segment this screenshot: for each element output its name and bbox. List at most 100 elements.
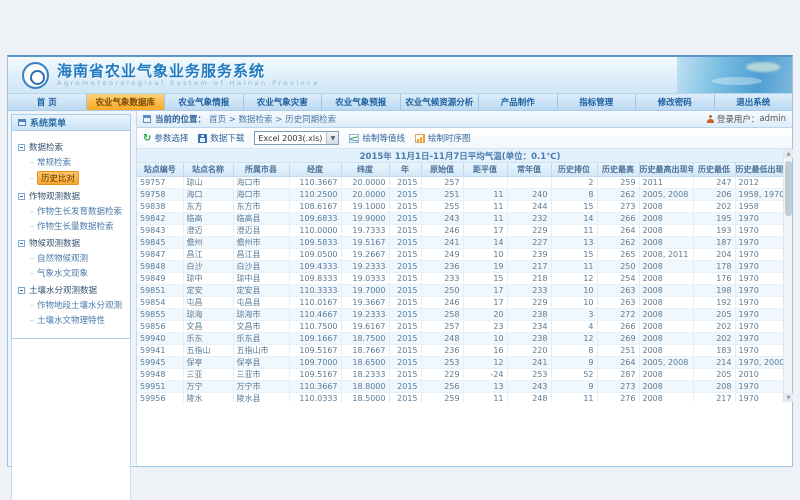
cell: 229 xyxy=(507,224,551,236)
nav-item-7[interactable]: 指标管理 xyxy=(558,94,637,110)
nav-item-1[interactable]: 农业气象数据库 xyxy=(87,94,166,110)
table-row: 59940乐东乐东县109.166718.7500201524810238122… xyxy=(137,332,783,344)
collapse-icon[interactable] xyxy=(18,287,25,294)
cell: 257 xyxy=(421,176,463,188)
tree-item-2-1[interactable]: –气象水文现象 xyxy=(28,266,128,280)
cell: 澄迈县 xyxy=(233,224,289,236)
table-header-row: 站点编号站点名称所属市县经度纬度年原始值距平值常年值历史排位历史最高历史最高出现… xyxy=(137,163,783,176)
column-header-8: 常年值 xyxy=(507,163,551,176)
tree-group-2[interactable]: 物候观测数据 xyxy=(18,237,128,249)
tree-group-0[interactable]: 数据检索 xyxy=(18,141,128,153)
cell: 264 xyxy=(597,356,639,368)
cell: 2015 xyxy=(389,332,421,344)
tree-item-2-0[interactable]: –自然物候观测 xyxy=(28,251,128,265)
nav-item-3[interactable]: 农业气象灾害 xyxy=(244,94,323,110)
user-icon xyxy=(707,115,714,123)
cell: 59940 xyxy=(137,332,183,344)
cell: 59845 xyxy=(137,236,183,248)
cell: 临高县 xyxy=(233,212,289,224)
cell: 59855 xyxy=(137,308,183,320)
cell: 59849 xyxy=(137,272,183,284)
column-header-7: 距平值 xyxy=(463,163,507,176)
cell: 2015 xyxy=(389,320,421,332)
cell: 屯昌县 xyxy=(233,296,289,308)
parameter-select-button[interactable]: ↻ 参数选择 xyxy=(143,132,188,144)
cell: 2008 xyxy=(639,368,693,380)
tree-item-label: 作物地段土壤水分观测 xyxy=(37,299,122,311)
draw-isoline-button[interactable]: 绘制等值线 xyxy=(349,132,405,144)
parameter-select-label: 参数选择 xyxy=(154,132,188,144)
cell: 2015 xyxy=(389,260,421,272)
cell: 110.0167 xyxy=(289,296,341,308)
chevron-down-icon[interactable]: ▼ xyxy=(326,132,338,144)
excel-format-select[interactable]: Excel 2003(.xls) ▼ xyxy=(254,131,339,145)
nav-item-6[interactable]: 产品制作 xyxy=(479,94,558,110)
tree-group-1[interactable]: 作物观测数据 xyxy=(18,190,128,202)
tree-item-1-1[interactable]: –作物生长量数据检索 xyxy=(28,219,128,233)
cell: 2005, 2008 xyxy=(639,356,693,368)
draw-timeseries-button[interactable]: 绘制时序图 xyxy=(415,132,471,144)
cell: 109.1667 xyxy=(289,332,341,344)
collapse-icon[interactable] xyxy=(18,144,25,151)
cell: 109.5167 xyxy=(289,368,341,380)
cell: 272 xyxy=(597,308,639,320)
sidebar-header-label: 系统菜单 xyxy=(30,116,66,129)
cell: 110.7500 xyxy=(289,320,341,332)
cell: 59956 xyxy=(137,392,183,402)
cell: 9 xyxy=(551,356,597,368)
scroll-up-icon[interactable]: ▲ xyxy=(784,149,793,158)
user-name: admin xyxy=(759,114,786,124)
cell: 2015 xyxy=(389,296,421,308)
cell: 108.6167 xyxy=(289,200,341,212)
cell: 253 xyxy=(421,356,463,368)
tree-item-3-0[interactable]: –作物地段土壤水分观测 xyxy=(28,298,128,312)
nav-item-8[interactable]: 修改密码 xyxy=(636,94,715,110)
nav-item-9[interactable]: 退出系统 xyxy=(715,94,793,110)
cell: 18.7500 xyxy=(341,332,389,344)
scrollbar-thumb[interactable] xyxy=(785,161,792,216)
tree-item-1-0[interactable]: –作物生长发育数据检索 xyxy=(28,204,128,218)
cell: 238 xyxy=(507,308,551,320)
cell: 五指山 xyxy=(183,344,233,356)
tree-item-3-1[interactable]: –土壤水文物理特性 xyxy=(28,313,128,327)
nav-item-4[interactable]: 农业气象预报 xyxy=(322,94,401,110)
app-subtitle: Agrometeorological System of Hainan Prov… xyxy=(57,80,320,87)
column-header-4: 纬度 xyxy=(341,163,389,176)
cell: 110.4667 xyxy=(289,308,341,320)
cell: 琼中县 xyxy=(233,272,289,284)
tree-item-0-1[interactable]: –历史比对 xyxy=(28,170,128,186)
cell: 233 xyxy=(421,272,463,284)
cell: 白沙县 xyxy=(233,260,289,272)
cell: 205 xyxy=(693,368,735,380)
cell: 109.5167 xyxy=(289,344,341,356)
weather-bureau-logo-icon xyxy=(22,62,49,89)
cell: 109.0500 xyxy=(289,248,341,260)
column-header-0: 站点编号 xyxy=(137,163,183,176)
cell: 249 xyxy=(421,248,463,260)
cell: 19.1000 xyxy=(341,200,389,212)
cell: 三亚 xyxy=(183,368,233,380)
tree-item-0-0[interactable]: –常规检索 xyxy=(28,155,128,169)
cell: 定安 xyxy=(183,284,233,296)
cell: 2015 xyxy=(389,356,421,368)
nav-item-0[interactable]: 首 页 xyxy=(8,94,87,110)
tree-dash-icon: – xyxy=(30,158,34,167)
nav-item-2[interactable]: 农业气象情报 xyxy=(165,94,244,110)
cell: 248 xyxy=(507,392,551,402)
cell: 247 xyxy=(693,176,735,188)
collapse-icon[interactable] xyxy=(18,240,25,247)
cell: 澄迈 xyxy=(183,224,233,236)
scroll-down-icon[interactable]: ▼ xyxy=(784,393,793,402)
vertical-scrollbar[interactable]: ▲ ▼ xyxy=(783,149,792,402)
sidebar-menu-box: 系统菜单 数据检索 –常规检索–历史比对作物观测数据 –作物生长发育数据检索–作物生… xyxy=(11,114,131,339)
data-download-button[interactable]: 数据下载 xyxy=(198,132,244,144)
tree-group-3[interactable]: 土壤水分观测数据 xyxy=(18,284,128,296)
cell: 214 xyxy=(693,356,735,368)
cell: 文昌市 xyxy=(233,320,289,332)
nav-item-5[interactable]: 农业气候资源分析 xyxy=(401,94,480,110)
cell: 海口 xyxy=(183,188,233,200)
cell: 262 xyxy=(597,236,639,248)
cell: 2008 xyxy=(639,392,693,402)
cell: 13 xyxy=(551,236,597,248)
collapse-icon[interactable] xyxy=(18,193,25,200)
